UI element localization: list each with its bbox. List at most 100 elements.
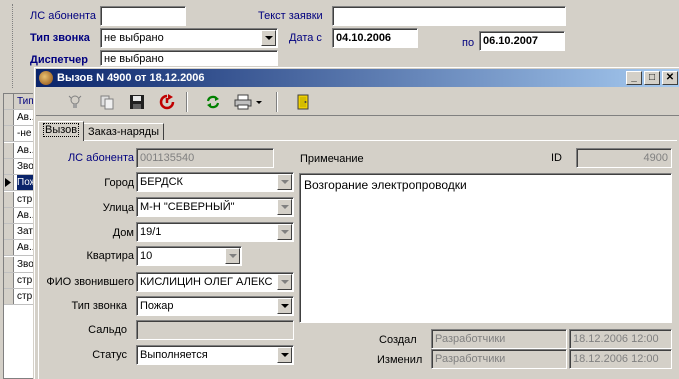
- calls-grid[interactable]: Тип Ав... -не Ав... Зво Пож стр Ав... Зат Ав... З…: [3, 93, 37, 379]
- row-indicator: [4, 110, 14, 125]
- flat-combo[interactable]: 10: [136, 246, 242, 266]
- toolbar-separator: [276, 92, 278, 112]
- filter-date-from-input[interactable]: 04.10.2006: [332, 28, 418, 48]
- filter-type-label: Тип звонка: [30, 32, 90, 44]
- status-value: Выполняется: [140, 349, 208, 361]
- row-indicator: [4, 126, 14, 142]
- modified-at-field: 18.12.2006 12:00: [569, 349, 672, 369]
- modified-label: Изменил: [377, 354, 423, 366]
- created-at-field: 18.12.2006 12:00: [569, 329, 672, 349]
- flat-label: Квартира: [86, 250, 134, 262]
- house-label: Дом: [112, 227, 134, 239]
- print-icon[interactable]: [232, 91, 254, 113]
- table-cell: -не: [17, 128, 32, 140]
- grid-header-indicator: [4, 94, 14, 109]
- street-combo[interactable]: М-Н "СЕВЕРНЫЙ": [136, 197, 294, 217]
- cancel-icon[interactable]: [156, 91, 178, 113]
- tab-work-orders-label: Заказ-наряды: [88, 126, 159, 138]
- call-type-combo[interactable]: Пожар: [136, 296, 294, 316]
- note-textarea[interactable]: Возгорание электропроводки: [299, 173, 672, 323]
- window-toolbar: [36, 88, 679, 116]
- status-label: Статус: [92, 349, 127, 361]
- ls-field: 001135540: [136, 148, 274, 168]
- filter-text-label: Текст заявки: [258, 10, 323, 22]
- tab-work-orders[interactable]: Заказ-наряды: [83, 123, 164, 141]
- row-indicator: [4, 256, 14, 272]
- filter-ls-label: ЛС абонента: [30, 10, 97, 22]
- caller-value: КИСЛИЦИН ОЛЕГ АЛЕКС: [140, 276, 273, 288]
- refresh-icon[interactable]: [202, 91, 224, 113]
- grid-header-label: Тип: [17, 96, 34, 107]
- maximize-button[interactable]: □: [644, 71, 660, 85]
- street-label: Улица: [102, 202, 134, 214]
- window-title: Вызов N 4900 от 18.12.2006: [57, 72, 205, 84]
- row-indicator: [4, 175, 14, 191]
- filter-dispatcher-value: не выбрано: [104, 53, 164, 65]
- app-icon: [39, 71, 53, 85]
- id-label: ID: [551, 152, 562, 164]
- copy-icon[interactable]: [96, 91, 118, 113]
- tab-call[interactable]: Вызов: [38, 121, 85, 141]
- table-cell: Зат: [17, 226, 33, 238]
- row-indicator: [4, 289, 14, 305]
- table-cell: стр: [17, 275, 33, 286]
- chevron-down-icon[interactable]: [277, 347, 292, 363]
- city-label: Город: [104, 177, 134, 189]
- close-button[interactable]: ✕: [662, 71, 678, 85]
- row-indicator: [4, 273, 14, 288]
- row-indicator: [4, 142, 14, 158]
- filter-date-from-label: Дата с: [289, 32, 322, 44]
- call-type-value: Пожар: [140, 300, 174, 312]
- bulb-off-icon[interactable]: [64, 91, 86, 113]
- house-value: 19/1: [140, 226, 162, 238]
- minimize-button[interactable]: _: [626, 71, 642, 85]
- house-combo[interactable]: 19/1: [136, 222, 294, 242]
- filter-ls-input[interactable]: [100, 6, 186, 26]
- table-cell: Зво: [17, 160, 34, 172]
- row-indicator: [4, 224, 14, 240]
- save-icon[interactable]: [126, 91, 148, 113]
- balance-label: Сальдо: [88, 324, 127, 336]
- created-by-field: Разработчики: [431, 329, 567, 349]
- row-indicator: [4, 158, 14, 174]
- tab-panel-call: ЛС абонента Город Улица Дом Квартира ФИО…: [38, 140, 677, 379]
- filter-date-to-input[interactable]: 06.10.2007: [479, 31, 565, 51]
- chevron-down-icon[interactable]: [277, 224, 292, 240]
- modified-by-field: Разработчики: [431, 349, 567, 369]
- city-value: БЕРДСК: [140, 176, 183, 188]
- caller-label: ФИО звонившего: [46, 276, 134, 288]
- chevron-down-icon[interactable]: [277, 174, 292, 190]
- filter-text-input[interactable]: [332, 6, 566, 26]
- caller-combo[interactable]: КИСЛИЦИН ОЛЕГ АЛЕКС: [136, 272, 294, 292]
- row-indicator: [4, 207, 14, 223]
- exit-door-icon[interactable]: [292, 91, 314, 113]
- chevron-down-icon[interactable]: [277, 298, 292, 314]
- panel-grip: [12, 4, 16, 88]
- table-cell: стр: [17, 193, 33, 205]
- window-titlebar[interactable]: Вызов N 4900 от 18.12.2006 _ □ ✕: [36, 69, 679, 87]
- filter-type-value: не выбрано: [104, 32, 164, 44]
- row-indicator: [4, 240, 14, 256]
- flat-value: 10: [140, 250, 153, 262]
- tab-call-label: Вызов: [43, 123, 80, 137]
- id-field: 4900: [576, 148, 672, 168]
- call-window: Вызов N 4900 от 18.12.2006 _ □ ✕ Вызов З…: [33, 66, 679, 379]
- chevron-down-icon[interactable]: [225, 248, 240, 264]
- note-label: Примечание: [300, 153, 364, 165]
- filter-date-to-label: по: [462, 37, 475, 49]
- ls-label: ЛС абонента: [67, 152, 134, 164]
- street-value: М-Н "СЕВЕРНЫЙ": [140, 201, 235, 213]
- chevron-down-icon[interactable]: [277, 199, 292, 215]
- table-cell: стр: [17, 291, 33, 303]
- chevron-down-icon[interactable]: [261, 30, 276, 46]
- balance-field: [136, 320, 294, 340]
- city-combo[interactable]: БЕРДСК: [136, 172, 294, 192]
- chevron-down-icon[interactable]: [277, 274, 292, 290]
- print-dropdown-icon[interactable]: [254, 91, 264, 113]
- row-indicator: [4, 191, 14, 207]
- toolbar-separator: [186, 92, 188, 112]
- created-label: Создал: [379, 334, 417, 346]
- status-combo[interactable]: Выполняется: [136, 345, 294, 365]
- filter-dispatcher-combo[interactable]: не выбрано: [100, 50, 278, 66]
- filter-type-combo[interactable]: не выбрано: [100, 28, 278, 48]
